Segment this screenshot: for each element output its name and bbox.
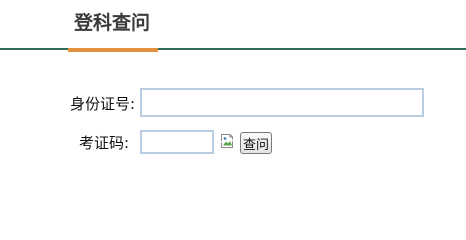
page-title[interactable]: 登科查问 xyxy=(74,8,150,35)
ticket-code-input[interactable] xyxy=(140,130,214,154)
query-button[interactable]: 查问 xyxy=(240,132,272,154)
id-number-label: 身份证号: xyxy=(70,95,136,113)
broken-image-icon-graphic xyxy=(220,134,236,148)
active-tab-indicator xyxy=(68,48,158,52)
page: 登科查问 身份证号: 考证码: 查问 xyxy=(0,0,466,224)
id-number-input[interactable] xyxy=(140,88,424,117)
ticket-code-label: 考证码: xyxy=(79,134,130,152)
header: 登科查问 xyxy=(0,0,466,52)
broken-image-icon[interactable] xyxy=(220,133,236,149)
